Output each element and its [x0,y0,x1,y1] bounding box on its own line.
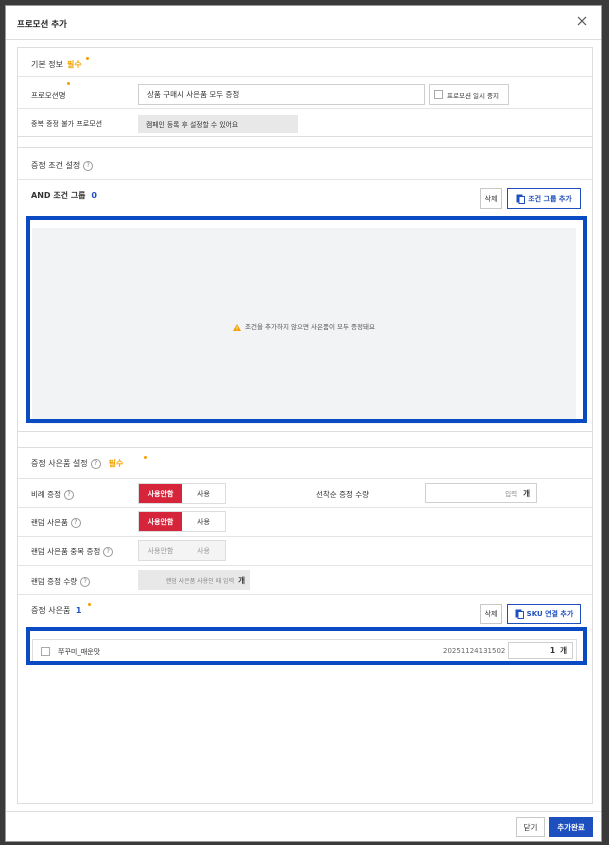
random-label: 랜덤 사은품? [31,517,81,528]
random-qty-placeholder: 랜덤 사은품 사용인 때 입력 [165,577,235,585]
random-toggle[interactable]: 사용안함 사용 [138,511,226,532]
first-come-input[interactable]: 입력 개 [425,483,537,503]
gift-item-focus-frame [26,627,587,665]
promotion-dialog: 프로모션 추가 기본 정보 필수 프로모션명 상품 구매시 사은품 모두 증정 프… [5,5,602,842]
ratio-toggle[interactable]: 사용안함 사용 [138,483,226,504]
close-icon[interactable] [575,14,589,28]
promo-name-input[interactable]: 상품 구매시 사은품 모두 증정 [138,84,425,105]
required-badge: 필수 [108,459,124,468]
ratio-off-option[interactable]: 사용안함 [139,484,182,503]
divider [18,76,592,77]
add-condition-group-label: 조건 그룹 추가 [528,194,572,203]
condition-focus-frame [26,216,587,423]
random-qty-unit: 개 [238,575,245,585]
gift-list-count: 1 [75,606,82,615]
required-badge: 필수 [66,60,82,69]
random-dup-on-option[interactable]: 사용 [182,541,225,560]
add-sku-button[interactable]: SKU 연결 추가 [507,604,581,624]
basic-info-section: 기본 정보 필수 프로모션명 상품 구매시 사은품 모두 증정 프로모션 일시 중… [18,48,592,137]
add-condition-group-button[interactable]: 조건 그룹 추가 [507,188,581,209]
gift-list-label: 증정 사은품 1 [31,605,81,616]
random-dup-toggle[interactable]: 사용안함 사용 [138,540,226,561]
required-dot [67,82,70,85]
random-label-text: 랜덤 사은품 [31,518,68,527]
random-on-option[interactable]: 사용 [182,512,225,531]
help-icon[interactable]: ? [70,518,81,528]
ratio-label-text: 비례 증정 [31,490,61,499]
divider [18,478,592,479]
promo-name-label: 프로모션명 [31,91,66,100]
pause-checkbox[interactable] [434,90,443,99]
submit-button[interactable]: 추가완료 [549,817,593,837]
random-qty-input: 랜덤 사은품 사용인 때 입력 개 [138,570,250,590]
basic-info-title: 기본 정보 필수 [31,59,82,70]
condition-title: 증정 조건 설정? [31,160,94,171]
first-come-label: 선착순 증정 수량 [316,490,370,499]
dialog-header: 프로모션 추가 [6,6,601,40]
condition-title-text: 증정 조건 설정 [31,161,81,170]
help-icon[interactable]: ? [63,490,74,500]
footer-divider [6,811,601,812]
divider [18,507,592,508]
ratio-on-option[interactable]: 사용 [182,484,225,503]
gift-title: 증정 사은품 설정? 필수 [31,458,123,469]
help-icon[interactable]: ? [103,547,114,557]
delete-condition-button[interactable]: 삭제 [480,188,502,209]
random-dup-label-text: 랜덤 사은품 중복 증정 [31,547,101,556]
first-come-placeholder: 입력 [505,490,518,498]
gift-list-label-text: 증정 사은품 [31,606,71,615]
ratio-label: 비례 증정? [31,489,74,500]
first-come-unit: 개 [523,488,530,498]
add-doc-icon [516,194,526,204]
pause-label: 프로모션 일시 중지 [447,91,499,100]
gift-section: 증정 사은품 설정? 필수 비례 증정? 사용안함 사용 선착순 증정 수량 입력… [18,447,592,805]
basic-info-title-text: 기본 정보 [31,60,63,69]
divider [18,108,592,109]
pause-checkbox-box[interactable]: 프로모션 일시 중지 [429,84,509,105]
close-button[interactable]: 닫기 [516,817,545,837]
divider [18,179,592,180]
add-doc-icon [515,609,524,619]
and-group-label-text: AND 조건 그룹 [31,191,86,200]
dup-promo-value: 캠페인 등록 후 설정할 수 있어요 [138,115,298,133]
dialog-title: 프로모션 추가 [17,20,67,30]
help-icon[interactable]: ? [83,160,94,171]
help-icon[interactable]: ? [80,577,91,587]
delete-gift-button[interactable]: 삭제 [480,604,502,624]
divider [18,536,592,537]
gift-title-text: 증정 사은품 설정 [31,459,88,468]
required-dot [144,456,147,459]
required-dot [88,603,91,606]
and-group-label: AND 조건 그룹 0 [31,190,97,201]
help-icon[interactable]: ? [90,458,101,469]
and-group-count: 0 [91,191,97,200]
add-sku-label: SKU 연결 추가 [526,610,574,618]
random-off-option[interactable]: 사용안함 [139,512,182,531]
divider [18,565,592,566]
dialog-body: 기본 정보 필수 프로모션명 상품 구매시 사은품 모두 증정 프로모션 일시 중… [17,47,593,804]
divider [18,594,592,595]
random-qty-label-text: 랜덤 증정 수량 [31,577,78,586]
dup-promo-label: 중복 증정 불가 프로모션 [31,120,103,128]
required-dot [86,57,89,60]
random-dup-off-option[interactable]: 사용안함 [139,541,182,560]
random-dup-label: 랜덤 사은품 중복 증정? [31,546,114,557]
random-qty-label: 랜덤 증정 수량? [31,576,91,587]
